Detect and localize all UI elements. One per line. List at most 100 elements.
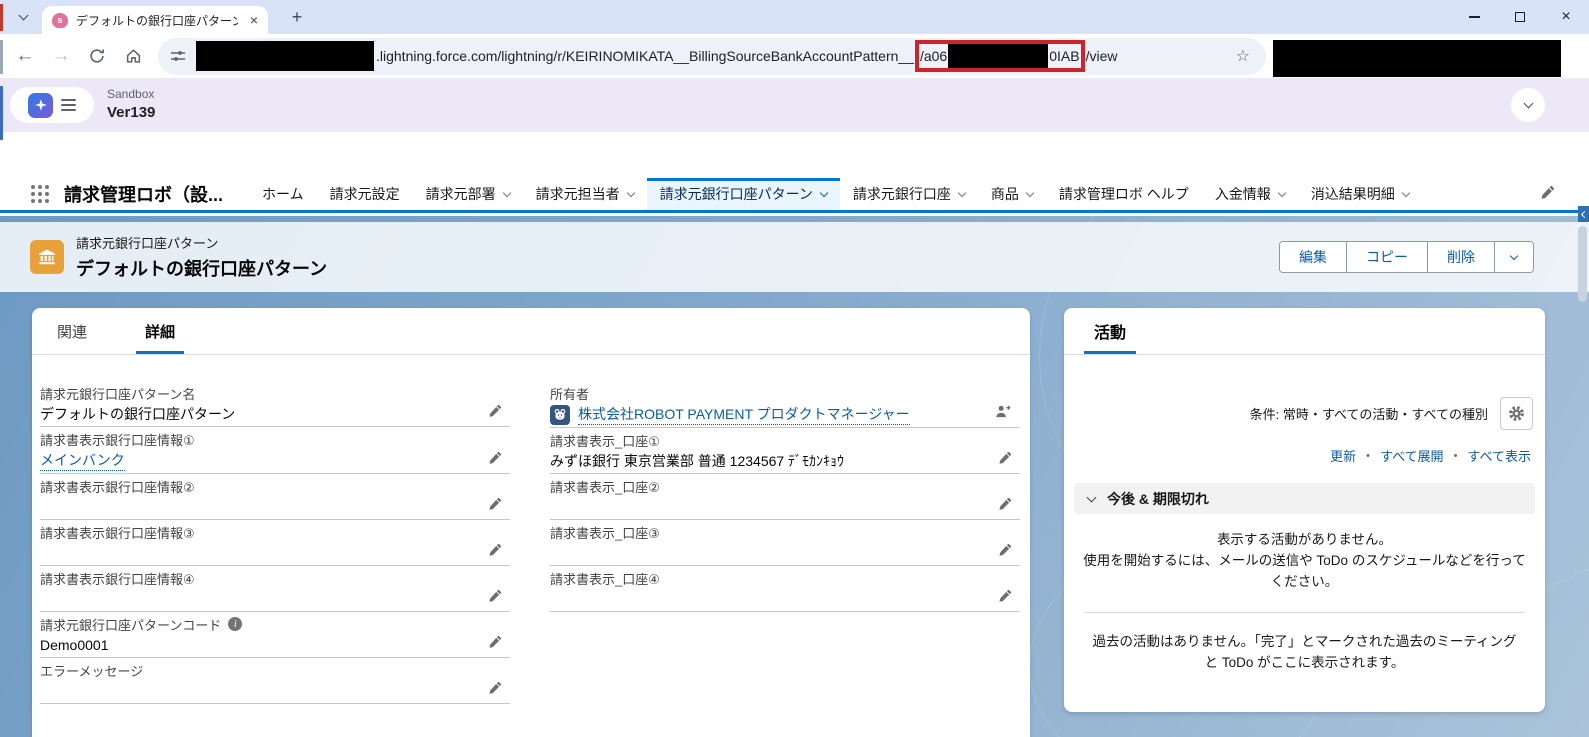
nav-tab-label: ホーム <box>262 186 304 202</box>
record-action-button[interactable]: 編集 <box>1280 242 1347 272</box>
field-label-text: 請求書表示_口座① <box>550 433 660 449</box>
field-value-link[interactable]: メインバンク <box>40 450 125 471</box>
link-separator: • <box>1366 449 1370 462</box>
record-id-highlight-box: /a06 0IAB <box>914 40 1085 72</box>
activity-link[interactable]: すべて展開 <box>1380 446 1444 465</box>
edit-field-pencil-icon[interactable] <box>488 497 502 511</box>
nav-tab-label: 請求元銀行口座 <box>852 186 951 202</box>
redacted-id-box <box>948 44 1049 68</box>
activity-card-tabs: 活動 <box>1064 308 1545 355</box>
edit-field-pencil-icon[interactable] <box>488 543 502 557</box>
section-title: 今後 & 期限切れ <box>1107 490 1209 507</box>
nav-tab-list: ホーム 請求元設定 請求元部署 請求元担当者 請求元銀行口座パターン 請求元銀行口座 商品 請… <box>249 178 1422 210</box>
nav-tab[interactable]: 請求元銀行口座 <box>840 178 978 210</box>
bank-object-icon <box>30 240 64 274</box>
environment-info: Sandbox Ver139 <box>107 87 155 122</box>
reload-icon[interactable] <box>80 39 114 73</box>
browser-tab[interactable]: s デフォルトの銀行口座パターン | 請求 × <box>42 6 268 34</box>
window-minimize-button[interactable] <box>1451 0 1497 33</box>
field-row: 請求書表示銀行口座情報④ <box>40 566 510 612</box>
activity-link[interactable]: すべて表示 <box>1467 446 1531 465</box>
bookmark-star-icon[interactable]: ☆ <box>1236 46 1258 66</box>
window-maximize-button[interactable] <box>1497 0 1543 33</box>
chevron-down-icon <box>1086 492 1097 502</box>
page-background: 請求元銀行口座パターン デフォルトの銀行口座パターン 編集 コピー 削除 関連 詳細… <box>0 216 1589 737</box>
nav-tab[interactable]: ホーム <box>249 178 317 210</box>
field-label-text: 請求書表示銀行口座情報④ <box>40 571 195 587</box>
field-label: 請求書表示銀行口座情報④ <box>40 569 466 587</box>
panel-collapse-nub[interactable] <box>1578 206 1589 222</box>
edit-field-pencil-icon[interactable] <box>488 635 502 649</box>
home-icon[interactable] <box>116 39 150 73</box>
field-row: 請求書表示_口座① みずほ銀行 東京営業部 普通 1234567 ﾃﾞﾓｶﾝｷｮｳ <box>550 428 1020 474</box>
nav-tab[interactable]: 請求元担当者 <box>523 178 647 210</box>
edit-field-pencil-icon[interactable] <box>998 589 1012 603</box>
edit-navigation-pencil-icon[interactable] <box>1540 185 1555 203</box>
field-value <box>550 541 976 564</box>
edit-field-pencil-icon[interactable] <box>488 589 502 603</box>
extension-collapse-button[interactable] <box>1511 88 1545 122</box>
back-icon[interactable]: ← <box>8 39 42 73</box>
nav-tab-label: 消込結果明細 <box>1310 186 1395 202</box>
extension-pill[interactable] <box>10 87 94 123</box>
edit-field-pencil-icon[interactable] <box>998 497 1012 511</box>
nav-tab[interactable]: 請求元銀行口座パターン <box>646 178 840 210</box>
record-action-button[interactable]: 削除 <box>1428 242 1495 272</box>
field-value: みずほ銀行 東京営業部 普通 1234567 ﾃﾞﾓｶﾝｷｮｳ <box>550 453 845 469</box>
activity-link[interactable]: 更新 <box>1330 446 1356 465</box>
edit-field-pencil-icon[interactable] <box>488 681 502 695</box>
nav-tab[interactable]: 商品 <box>978 178 1046 210</box>
record-actions-dropdown[interactable] <box>1495 242 1533 272</box>
tab-close-button[interactable]: × <box>250 13 258 27</box>
url-path-suffix: /view <box>1085 48 1118 64</box>
change-owner-icon[interactable] <box>995 404 1012 419</box>
field-value <box>40 679 466 702</box>
window-controls: × <box>1451 0 1589 33</box>
tab-related[interactable]: 関連 <box>48 308 96 354</box>
field-row: 請求書表示_口座③ <box>550 520 1020 566</box>
field-value: デフォルトの銀行口座パターン <box>40 406 236 422</box>
tab-activity[interactable]: 活動 <box>1084 308 1136 354</box>
edit-field-pencil-icon[interactable] <box>488 451 502 465</box>
tab-details[interactable]: 詳細 <box>136 308 184 354</box>
nav-tab[interactable]: 請求管理ロボ ヘルプ <box>1046 178 1202 210</box>
field-value <box>550 495 976 518</box>
salesforce-favicon-icon: s <box>52 12 68 28</box>
environment-label: Sandbox <box>107 87 155 102</box>
browser-tab-strip: s デフォルトの銀行口座パターン | 請求 × + × <box>0 0 1589 34</box>
app-launcher-icon[interactable] <box>30 184 50 204</box>
activity-card: 活動 条件: 常時・すべての活動・すべての種別 更新 • すべて展開 • すべて表示 今… <box>1064 308 1545 712</box>
info-icon[interactable]: i <box>228 617 243 631</box>
field-value <box>40 541 466 564</box>
window-close-button[interactable]: × <box>1543 0 1589 33</box>
address-bar[interactable]: .lightning.force.com/lightning/r/KEIRINO… <box>158 37 1266 75</box>
chevron-down-icon <box>957 188 967 197</box>
edit-field-pencil-icon[interactable] <box>998 451 1012 465</box>
scrollbar-thumb[interactable] <box>1578 226 1587 302</box>
activity-settings-gear-icon[interactable] <box>1500 397 1533 430</box>
nav-tab[interactable]: 消込結果明細 <box>1298 178 1422 210</box>
field-label-text: 請求書表示_口座③ <box>550 525 660 541</box>
edit-field-pencil-icon[interactable] <box>488 404 502 418</box>
owner-link[interactable]: 株式会社ROBOT PAYMENT プロダクトマネージャー <box>578 404 910 425</box>
upcoming-overdue-section[interactable]: 今後 & 期限切れ <box>1074 483 1535 514</box>
record-action-button[interactable]: コピー <box>1347 242 1428 272</box>
detail-card-tabs: 関連 詳細 <box>32 308 1030 355</box>
new-tab-button[interactable]: + <box>284 4 310 30</box>
sparkle-icon <box>28 92 53 118</box>
nav-tab-label: 請求元担当者 <box>535 186 620 202</box>
site-settings-icon[interactable] <box>170 48 186 64</box>
chevron-down-icon <box>1523 98 1533 109</box>
field-label: 請求書表示_口座④ <box>550 569 976 587</box>
nav-tab[interactable]: 請求元部署 <box>413 178 523 210</box>
nav-tab[interactable]: 請求元設定 <box>317 178 413 210</box>
environment-version: Ver139 <box>107 104 156 122</box>
nav-tab[interactable]: 入金情報 <box>1202 178 1298 210</box>
forward-icon[interactable]: → <box>44 39 78 73</box>
redacted-toolbar-box <box>1273 40 1561 77</box>
field-row: 請求書表示_口座② <box>550 474 1020 520</box>
minimize-icon <box>1468 15 1480 18</box>
tab-search-button[interactable] <box>10 6 36 28</box>
field-label: 請求元銀行口座パターン名 <box>40 384 466 402</box>
edit-field-pencil-icon[interactable] <box>998 543 1012 557</box>
